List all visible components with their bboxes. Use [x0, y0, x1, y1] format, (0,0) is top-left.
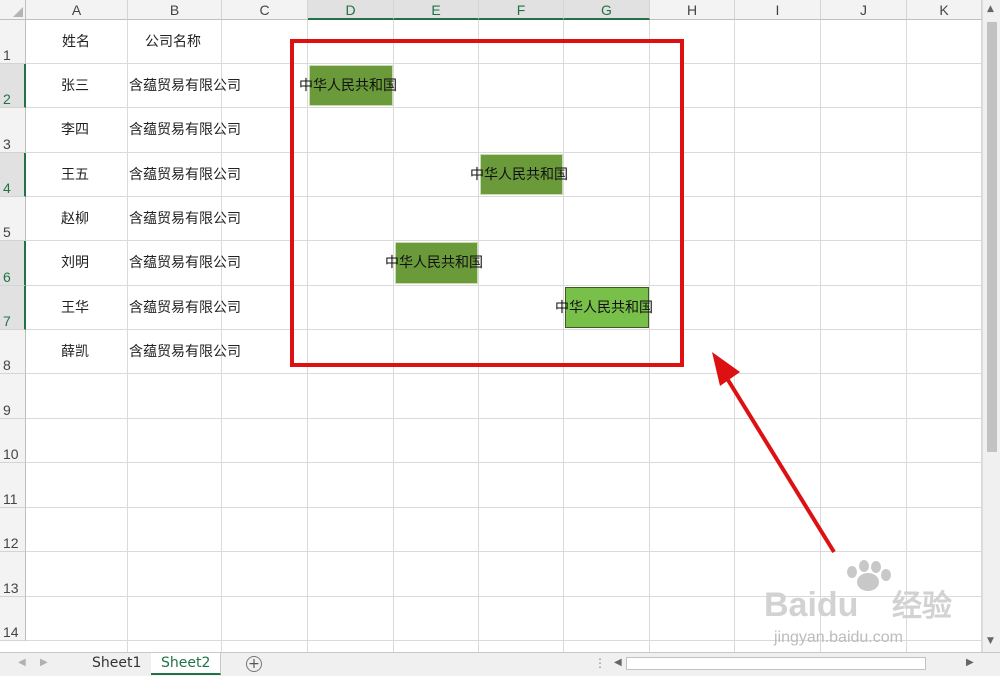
vertical-scrollbar[interactable]: ▲ ▼: [982, 0, 1000, 652]
column-header-c[interactable]: C: [222, 0, 308, 20]
plus-circle-icon[interactable]: +: [246, 656, 262, 672]
row-header-4[interactable]: 4: [0, 153, 26, 197]
column-gridline: [906, 20, 907, 652]
more-options-icon[interactable]: ⋮: [594, 656, 606, 670]
horizontal-scrollbar[interactable]: ◀ ▶: [612, 656, 980, 672]
row-header-12[interactable]: 12: [0, 508, 26, 552]
row-number: 7: [3, 313, 11, 329]
company-cell[interactable]: 含蕴贸易有限公司: [129, 153, 241, 197]
row-header-6[interactable]: 6: [0, 241, 26, 286]
header-name-cell[interactable]: 姓名: [62, 20, 90, 64]
column-header-j[interactable]: J: [821, 0, 907, 20]
name-cell[interactable]: 薛凯: [61, 330, 89, 374]
header-company-cell[interactable]: 公司名称: [145, 20, 201, 64]
row-number: 14: [3, 624, 19, 640]
red-annotation-box: [290, 39, 684, 367]
name-cell[interactable]: 张三: [61, 64, 89, 108]
row-number: 12: [3, 535, 19, 551]
name-cell[interactable]: 赵柳: [61, 197, 89, 241]
column-header-h[interactable]: H: [650, 0, 735, 20]
row-number: 6: [3, 269, 11, 285]
company-cell[interactable]: 含蕴贸易有限公司: [129, 197, 241, 241]
row-header-2[interactable]: 2: [0, 64, 26, 108]
row-header-13[interactable]: 13: [0, 552, 26, 597]
row-gridline: [26, 640, 982, 641]
column-header-g[interactable]: G: [564, 0, 650, 20]
row-number: 9: [3, 402, 11, 418]
company-cell[interactable]: 含蕴贸易有限公司: [129, 241, 241, 285]
row-number: 1: [3, 47, 11, 63]
vertical-scroll-thumb[interactable]: [987, 22, 997, 452]
row-gridline: [26, 418, 982, 419]
column-header-e[interactable]: E: [394, 0, 479, 20]
tab-sheet2[interactable]: Sheet2: [151, 653, 222, 675]
row-header-14[interactable]: 14: [0, 597, 26, 641]
company-cell[interactable]: 含蕴贸易有限公司: [129, 64, 241, 108]
row-gridline: [26, 507, 982, 508]
name-cell[interactable]: 王五: [61, 153, 89, 197]
row-header-3[interactable]: 3: [0, 108, 26, 153]
column-header-i[interactable]: I: [735, 0, 821, 20]
select-all-corner[interactable]: [0, 0, 26, 20]
row-gridline: [26, 462, 982, 463]
sheet-tab-bar: ◀ ▶ Sheet1 Sheet2 + ⋮ ◀ ▶: [0, 652, 1000, 676]
column-gridline: [127, 20, 128, 652]
row-header-7[interactable]: 7: [0, 286, 26, 330]
row-number: 11: [3, 491, 18, 507]
column-header-f[interactable]: F: [479, 0, 564, 20]
name-cell[interactable]: 李四: [61, 108, 89, 152]
row-number: 13: [3, 580, 19, 596]
row-number: 3: [3, 136, 11, 152]
scroll-up-icon[interactable]: ▲: [987, 4, 994, 14]
row-header-1[interactable]: 1: [0, 20, 26, 64]
name-cell[interactable]: 刘明: [61, 241, 89, 285]
row-header-10[interactable]: 10: [0, 419, 26, 463]
tab-sheet1[interactable]: Sheet1: [82, 653, 153, 675]
horizontal-scroll-thumb[interactable]: [626, 657, 926, 670]
row-gridline: [26, 551, 982, 552]
column-header-k[interactable]: K: [907, 0, 982, 20]
row-header-11[interactable]: 11: [0, 463, 26, 508]
row-number: 10: [3, 446, 19, 462]
next-sheet-icon[interactable]: ▶: [40, 657, 48, 668]
company-cell[interactable]: 含蕴贸易有限公司: [129, 286, 241, 330]
row-number: 4: [3, 180, 11, 196]
scroll-down-icon[interactable]: ▼: [987, 636, 994, 646]
row-header-9[interactable]: 9: [0, 374, 26, 419]
company-cell[interactable]: 含蕴贸易有限公司: [129, 108, 241, 152]
row-number: 2: [3, 91, 11, 107]
row-number: 5: [3, 224, 11, 240]
row-header-8[interactable]: 8: [0, 330, 26, 374]
company-cell[interactable]: 含蕴贸易有限公司: [129, 330, 241, 374]
prev-sheet-icon[interactable]: ◀: [18, 657, 26, 668]
column-header-b[interactable]: B: [128, 0, 222, 20]
row-header-5[interactable]: 5: [0, 197, 26, 241]
scroll-left-icon[interactable]: ◀: [614, 657, 622, 668]
column-gridline: [820, 20, 821, 652]
column-gridline: [734, 20, 735, 652]
column-header-a[interactable]: A: [26, 0, 128, 20]
row-number: 8: [3, 357, 11, 373]
column-header-d[interactable]: D: [308, 0, 394, 20]
row-gridline: [26, 596, 982, 597]
scroll-right-icon[interactable]: ▶: [966, 657, 974, 668]
spreadsheet-grid[interactable]: ABCDEFGHIJK 1 2 3 4 5 6 7 8 9 10 11 12 13 14 姓名 公司名称 …: [0, 0, 982, 652]
name-cell[interactable]: 王华: [61, 286, 89, 330]
